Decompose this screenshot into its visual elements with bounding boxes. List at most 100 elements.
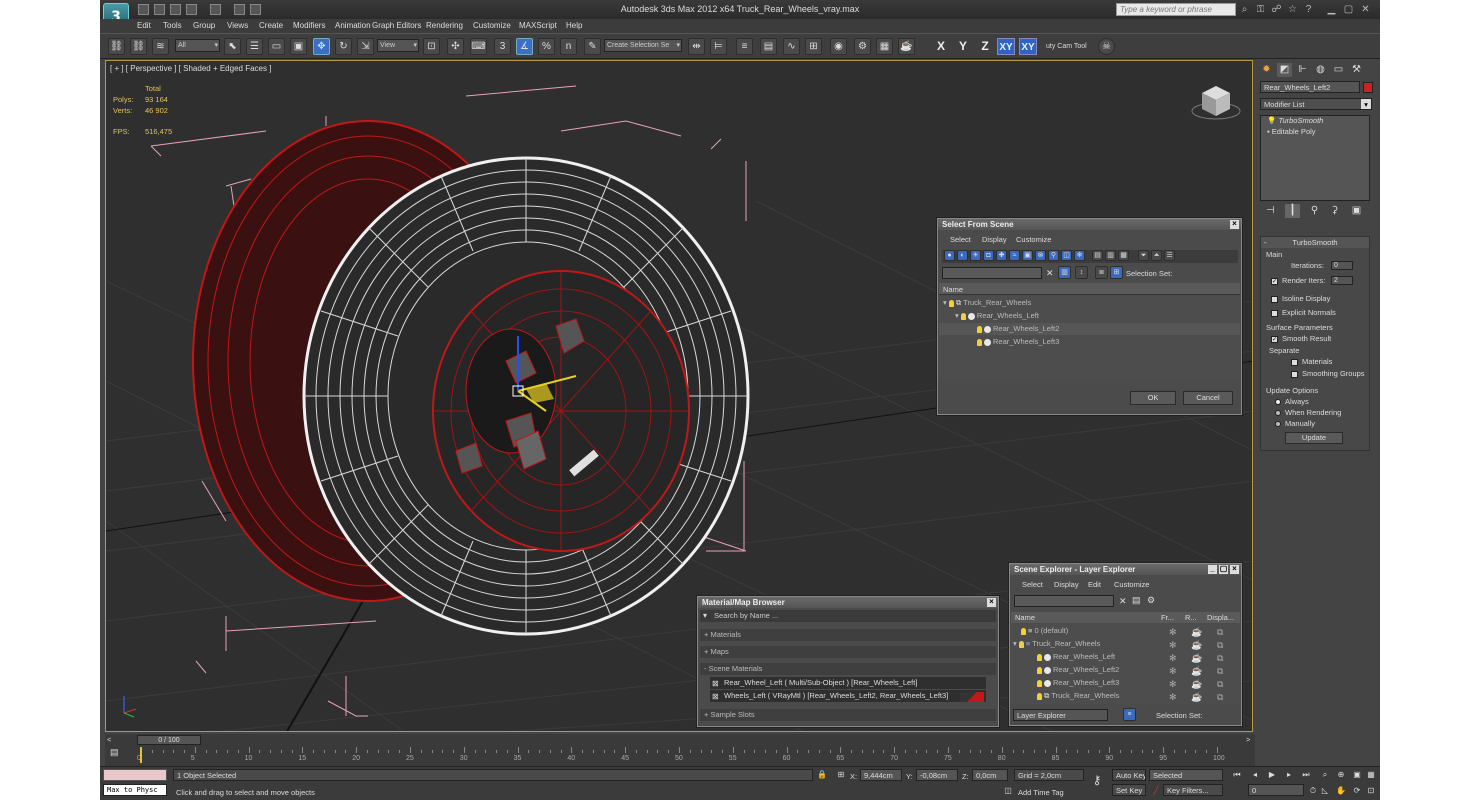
object-name-field[interactable]: Rear_Wheels_Left2	[1260, 81, 1360, 93]
maps-group[interactable]: + Maps	[700, 646, 996, 658]
sfs-sort-icon[interactable]: ↕	[1075, 266, 1088, 279]
render-column-icons[interactable]: ☕ ☕ ☕ ☕ ☕ ☕	[1191, 626, 1202, 704]
browser-options-icon[interactable]: ▾	[703, 611, 707, 620]
link-icon[interactable]: ⛓	[108, 38, 125, 55]
display-bones-icon[interactable]: ⚲	[1048, 250, 1059, 261]
time-config-icon[interactable]: ⏱	[1308, 786, 1318, 796]
maximize-icon[interactable]: ▢	[1219, 565, 1228, 574]
materials-checkbox[interactable]: Materials	[1291, 357, 1332, 366]
window-crossing-icon[interactable]: ▣	[290, 38, 307, 55]
sfs-row-rear-wheels-left2[interactable]: Rear_Wheels_Left2	[939, 323, 1240, 335]
material-item-wheels-left[interactable]: Wheels_Left ( VRayMtl ) [Rear_Wheels_Lef…	[710, 690, 986, 702]
reference-coordinate-dropdown[interactable]: View	[377, 39, 419, 52]
sfs-hierarchy-icon[interactable]: ⊞	[1110, 266, 1123, 279]
subscription-icon[interactable]: ⚿	[1255, 4, 1266, 15]
select-scale-icon[interactable]: ⇲	[357, 38, 374, 55]
manually-radio[interactable]: Manually	[1275, 419, 1315, 428]
clear-search-icon[interactable]: ✕	[1046, 268, 1054, 279]
close-icon[interactable]: ✕	[1360, 4, 1371, 15]
view-cube[interactable]	[1191, 86, 1241, 120]
z-coord-field[interactable]: 0,0cm	[972, 769, 1008, 781]
unlink-icon[interactable]: ⛓	[130, 38, 147, 55]
menu-maxscript[interactable]: MAXScript	[519, 21, 557, 30]
snaps-toggle-icon[interactable]: 3	[494, 38, 511, 55]
skull-utility-icon[interactable]: ☠	[1098, 38, 1115, 55]
sfs-toolbar-icon-5[interactable]: ☰	[1164, 250, 1175, 261]
configure-modifier-sets-icon[interactable]: ▣	[1349, 204, 1364, 218]
render-iters-spinner[interactable]: 2	[1331, 276, 1353, 285]
material-browser-title[interactable]: Material/Map Browser ×	[698, 597, 998, 608]
select-from-scene-title[interactable]: Select From Scene ×	[938, 219, 1241, 230]
display-cameras-icon[interactable]: ◘	[983, 250, 994, 261]
pan-icon[interactable]: ✋	[1336, 786, 1346, 796]
x-coord-field[interactable]: 9,444cm	[860, 769, 902, 781]
display-groups-icon[interactable]: ▣	[1022, 250, 1033, 261]
menu-customize[interactable]: Customize	[473, 21, 511, 30]
display-frozen-icon[interactable]: ❄	[1074, 250, 1085, 261]
explorer-type-dropdown[interactable]: Layer Explorer	[1013, 709, 1108, 721]
named-selection-dropdown[interactable]: Create Selection Se	[604, 39, 682, 52]
align-icon[interactable]: ⊨	[710, 38, 727, 55]
render-production-icon[interactable]: ☕	[898, 38, 915, 55]
favorites-icon[interactable]: ☆	[1287, 4, 1298, 15]
hierarchy-tab-icon[interactable]: ⊩	[1295, 63, 1310, 77]
utilities-tab-icon[interactable]: ⚒	[1349, 63, 1364, 77]
menu-group[interactable]: Group	[193, 21, 215, 30]
selection-filter-dropdown[interactable]: All	[175, 39, 220, 52]
track-bar-toggle-icon[interactable]: ▤	[110, 747, 124, 760]
edit-named-selection-icon[interactable]: ✎	[584, 38, 601, 55]
scene-explorer-title[interactable]: Scene Explorer - Layer Explorer _ ▢ ×	[1010, 564, 1241, 575]
minimize-icon[interactable]: _	[1208, 565, 1217, 574]
sfs-toolbar-icon-2[interactable]: ▥	[1105, 250, 1116, 261]
sfs-search-input[interactable]	[942, 267, 1042, 279]
se-menu-edit[interactable]: Edit	[1088, 580, 1101, 589]
sfs-case-icon[interactable]: ▥	[1058, 266, 1071, 279]
restrict-xy-button[interactable]: XY	[997, 38, 1015, 55]
sfs-row-rear-wheels-left3[interactable]: Rear_Wheels_Left3	[977, 336, 1059, 348]
zoom-icon[interactable]: ⌕	[1320, 770, 1330, 780]
se-row-default-layer[interactable]: ≡ 0 (default)	[1021, 625, 1068, 637]
sfs-layers-icon[interactable]: ≣	[1095, 266, 1108, 279]
set-key-filter-icon[interactable]: ╱	[1151, 786, 1161, 796]
material-editor-icon[interactable]: ◉	[830, 38, 847, 55]
set-key-button[interactable]: Set Key	[1112, 784, 1146, 796]
menu-tools[interactable]: Tools	[163, 21, 182, 30]
close-icon[interactable]: ×	[1230, 220, 1239, 229]
restrict-y-button[interactable]: Y	[954, 38, 972, 55]
remove-modifier-icon[interactable]: ⚳	[1327, 204, 1342, 218]
display-column-icons[interactable]: ⧉ ⧉ ⧉ ⧉ ⧉ ⧉	[1217, 626, 1223, 704]
search-input[interactable]: Type a keyword or phrase	[1116, 3, 1236, 16]
when-rendering-radio[interactable]: When Rendering	[1275, 408, 1341, 417]
lock-selection-icon[interactable]: 🔒	[817, 770, 827, 780]
keyboard-shortcut-icon[interactable]: ⌨	[470, 38, 487, 55]
se-col-freeze[interactable]: Fr...	[1161, 613, 1174, 622]
field-of-view-icon[interactable]: ◺	[1320, 786, 1330, 796]
rect-selection-icon[interactable]: ▭	[268, 38, 285, 55]
go-to-start-icon[interactable]: ⏮	[1232, 770, 1242, 780]
zoom-extents-icon[interactable]: ▣	[1352, 770, 1362, 780]
menu-graph-editors[interactable]: Graph Editors	[372, 21, 421, 30]
explicit-normals-checkbox[interactable]: Explicit Normals	[1271, 308, 1336, 317]
se-layers-mode-icon[interactable]: ≡	[1123, 708, 1136, 721]
sfs-toolbar-icon-3[interactable]: ▦	[1118, 250, 1129, 261]
graphite-ribbon-icon[interactable]: ▤	[760, 38, 777, 55]
angle-snap-icon[interactable]: ∡	[516, 38, 533, 55]
sfs-toolbar-icon-4[interactable]: ⏶	[1151, 250, 1162, 261]
pivot-center-icon[interactable]: ⊡	[423, 38, 440, 55]
go-to-end-icon[interactable]: ⏭	[1301, 770, 1311, 780]
make-unique-icon[interactable]: ⚲	[1307, 204, 1322, 218]
maxscript-mini-listener[interactable]: Max to Physc	[103, 784, 167, 796]
restrict-z-button[interactable]: Z	[976, 38, 994, 55]
se-col-name[interactable]: Name	[1015, 613, 1035, 622]
utility-cam-tool-label[interactable]: uty Cam Tool	[1046, 43, 1087, 50]
modifier-stack-turbosmooth[interactable]: 💡 TurboSmooth	[1261, 116, 1369, 126]
rendered-frame-icon[interactable]: ▦	[876, 38, 893, 55]
se-menu-select[interactable]: Select	[1022, 580, 1043, 589]
sfs-toolbar-icon-1[interactable]: ▤	[1092, 250, 1103, 261]
curve-editor-icon[interactable]: ∿	[783, 38, 800, 55]
time-tag-icon[interactable]: ◫	[1003, 786, 1013, 796]
schematic-view-icon[interactable]: ⊞	[805, 38, 822, 55]
restrict-plane-cycle-button[interactable]: XY	[1019, 38, 1037, 55]
next-frame-icon[interactable]: >	[1246, 735, 1250, 744]
se-row-truck-rear-wheels-layer[interactable]: ▾ ≡ Truck_Rear_Wheels	[1013, 638, 1100, 650]
